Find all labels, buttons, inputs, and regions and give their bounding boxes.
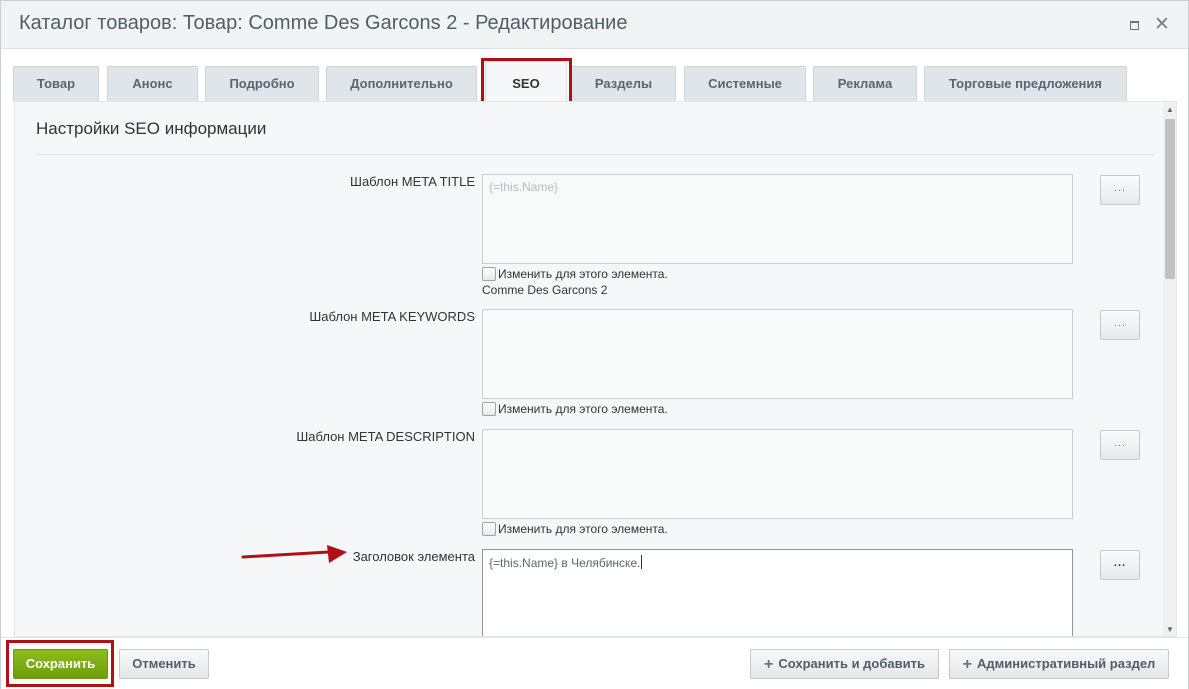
meta-keywords-override-checkbox[interactable] (482, 402, 496, 416)
seo-panel: Настройки SEO информации Шаблон META TIT… (14, 101, 1177, 637)
element-heading-field[interactable]: {=this.Name} в Челябинске. (482, 549, 1073, 636)
meta-title-override-label: Изменить для этого элемента. (498, 267, 668, 281)
meta-title-override-checkbox[interactable] (482, 267, 496, 281)
meta-keywords-override-label: Изменить для этого элемента. (498, 402, 668, 416)
save-and-add-label: Сохранить и добавить (778, 656, 925, 671)
tab-sections[interactable]: Разделы (571, 66, 676, 102)
meta-description-override-row: Изменить для этого элемента. (482, 521, 668, 537)
meta-keywords-field[interactable] (482, 309, 1073, 399)
meta-title-computed-value: Comme Des Garcons 2 (482, 283, 608, 297)
maximize-icon[interactable] (1124, 15, 1144, 35)
tab-trade-offers[interactable]: Торговые предложения (924, 66, 1127, 102)
element-heading-value: {=this.Name} в Челябинске. (489, 556, 641, 570)
edit-dialog: Каталог товаров: Товар: Comme Des Garcon… (0, 0, 1189, 689)
meta-description-field[interactable] (482, 429, 1073, 519)
tab-announce[interactable]: Анонс (107, 66, 198, 102)
element-heading-insert-button[interactable]: ... (1100, 550, 1140, 580)
tab-product[interactable]: Товар (13, 66, 99, 102)
meta-title-override-row: Изменить для этого элемента. (482, 266, 668, 282)
section-title: Настройки SEO информации (36, 119, 267, 138)
plus-icon: + (962, 656, 973, 673)
title-bar: Каталог товаров: Товар: Comme Des Garcon… (1, 1, 1188, 49)
meta-description-override-checkbox[interactable] (482, 522, 496, 536)
meta-description-override-label: Изменить для этого элемента. (498, 522, 668, 536)
meta-title-label: Шаблон META TITLE (350, 174, 475, 189)
scroll-down-arrow-icon[interactable]: ▼ (1163, 624, 1176, 636)
admin-section-label: Административный раздел (977, 656, 1156, 671)
meta-title-insert-button[interactable]: ... (1100, 175, 1140, 205)
meta-keywords-insert-button[interactable]: ... (1100, 310, 1140, 340)
plus-icon: + (764, 656, 774, 673)
element-heading-label: Заголовок элемента (352, 549, 475, 564)
scroll-thumb[interactable] (1165, 119, 1175, 279)
window-title: Каталог товаров: Товар: Comme Des Garcon… (19, 12, 628, 34)
tab-system[interactable]: Системные (684, 66, 806, 102)
text-caret (641, 555, 643, 569)
section-divider (36, 154, 1154, 155)
save-and-add-button[interactable]: + Сохранить и добавить (750, 649, 939, 679)
meta-title-field[interactable]: {=this.Name} (482, 174, 1073, 264)
tab-advertising[interactable]: Реклама (813, 66, 917, 102)
panel-scrollbar[interactable]: ▲ ▼ (1163, 102, 1176, 636)
scroll-up-arrow-icon[interactable]: ▲ (1163, 104, 1176, 116)
tab-details[interactable]: Подробно (205, 66, 319, 102)
cancel-button[interactable]: Отменить (119, 649, 209, 679)
save-button[interactable]: Сохранить (13, 649, 108, 679)
meta-description-label: Шаблон META DESCRIPTION (296, 429, 475, 444)
tab-bar: Товар Анонс Подробно Дополнительно SEO Р… (1, 50, 1188, 115)
dialog-footer: Сохранить Отменить + Сохранить и добавить… (1, 637, 1188, 689)
meta-description-insert-button[interactable]: ... (1100, 430, 1140, 460)
admin-section-button[interactable]: + Административный раздел (949, 649, 1169, 679)
close-icon[interactable]: ✕ (1152, 15, 1172, 35)
tab-additional[interactable]: Дополнительно (326, 66, 477, 102)
meta-keywords-label: Шаблон META KEYWORDS (309, 309, 475, 324)
meta-keywords-override-row: Изменить для этого элемента. (482, 401, 668, 417)
